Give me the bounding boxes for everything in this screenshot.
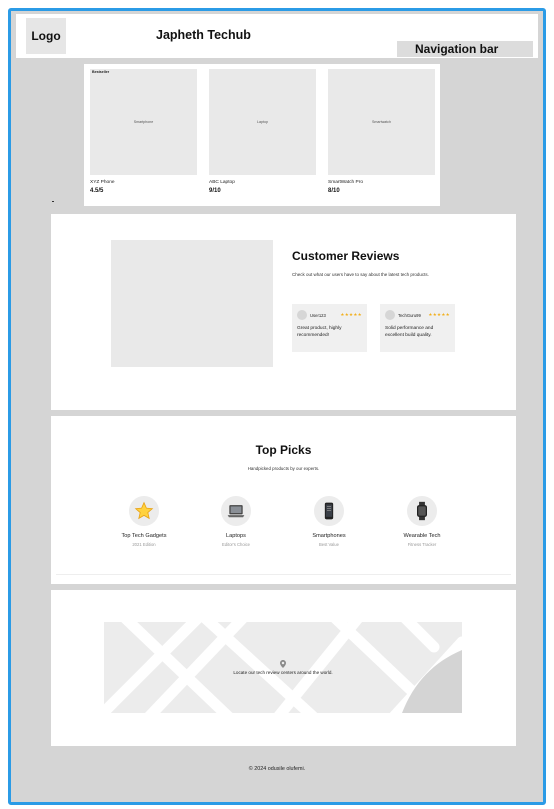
pick-item-gadgets[interactable]: Top Tech Gadgets 2021 Edition [104, 496, 184, 547]
star-rating-icon: ★★★★★ [428, 312, 450, 317]
product-name: ABC Laptop [209, 180, 235, 185]
map-section: Locate our tech review centers around th… [51, 590, 516, 746]
review-card: TechGuru99 ★★★★★ Solid performance and e… [380, 304, 455, 352]
product-grid: Bestseller Smartphone XYZ Phone 4.5/5 La… [84, 64, 440, 206]
star-rating-icon: ★★★★★ [340, 312, 362, 317]
pick-item-wearables[interactable]: Wearable Tech Fitness Tracker [382, 496, 462, 547]
pick-subtitle: Best Value [319, 542, 339, 547]
pick-title: Laptops [226, 533, 246, 539]
product-name: XYZ Phone [90, 180, 115, 185]
navigation-bar[interactable]: Navigation bar [397, 41, 533, 57]
product-image-label: Smartwatch [372, 120, 391, 124]
watch-icon [407, 496, 437, 526]
pick-item-smartphones[interactable]: Smartphones Best Value [289, 496, 369, 547]
pick-title: Smartphones [312, 533, 346, 539]
footer-text: © 2024 odusile olufemi. [248, 766, 306, 772]
product-image: Laptop [209, 69, 316, 175]
avatar [385, 310, 395, 320]
world-map[interactable]: Locate our tech review centers around th… [104, 622, 462, 713]
product-card-laptop[interactable]: Laptop ABC Laptop 9/10 [209, 69, 316, 199]
top-picks-subtitle: Handpicked products by our experts. [247, 466, 320, 471]
star-icon [129, 496, 159, 526]
site-header: Logo Japheth Techub Navigation bar [16, 14, 538, 58]
bestseller-badge: Bestseller [92, 70, 110, 74]
pick-subtitle: Editor's Choice [221, 542, 251, 547]
top-picks-section: Top Picks Handpicked products by our exp… [51, 416, 516, 584]
product-image: Bestseller Smartphone [90, 69, 197, 175]
logo-text: Logo [31, 29, 61, 43]
section-divider [56, 574, 511, 575]
top-picks-title: Top Picks [255, 443, 312, 457]
map-caption: Locate our tech review centers around th… [233, 670, 333, 675]
avatar [297, 310, 307, 320]
product-rating: 4.5/5 [90, 188, 104, 194]
laptop-icon [221, 496, 251, 526]
product-card-smartwatch[interactable]: Smartwatch SmartWatch Pro 8/10 [328, 69, 435, 199]
product-rating: 9/10 [209, 188, 221, 194]
smartphone-icon [314, 496, 344, 526]
review-username: TechGuru99 [398, 312, 421, 318]
pick-subtitle: 2021 Edition [132, 542, 156, 547]
divider-mark [52, 201, 54, 202]
reviews-subtitle: Check out what our users have to say abo… [292, 272, 429, 277]
review-text: Solid performance and excellent build qu… [385, 326, 434, 338]
reviews-title: Customer Reviews [292, 249, 400, 263]
reviews-image [111, 240, 273, 367]
pick-item-laptops[interactable]: Laptops Editor's Choice [196, 496, 276, 547]
site-title: Japheth Techub [156, 28, 251, 42]
product-name: SmartWatch Pro [328, 180, 364, 185]
product-image-label: Smartphone [133, 120, 154, 124]
review-text: Great product, highly recommended! [297, 326, 342, 338]
customer-reviews-section: Customer Reviews Check out what our user… [51, 214, 516, 410]
pick-title: Top Tech Gadgets [121, 533, 167, 539]
review-card: User123 ★★★★★ Great product, highly reco… [292, 304, 367, 352]
product-card-phone[interactable]: Bestseller Smartphone XYZ Phone 4.5/5 [90, 69, 197, 199]
pick-title: Wearable Tech [403, 533, 441, 539]
pick-subtitle: Fitness Tracker [407, 542, 437, 547]
product-image-label: Laptop [257, 120, 268, 124]
product-rating: 8/10 [328, 188, 340, 194]
review-username: User123 [310, 312, 326, 318]
logo[interactable]: Logo [26, 18, 66, 54]
product-image: Smartwatch [328, 69, 435, 175]
